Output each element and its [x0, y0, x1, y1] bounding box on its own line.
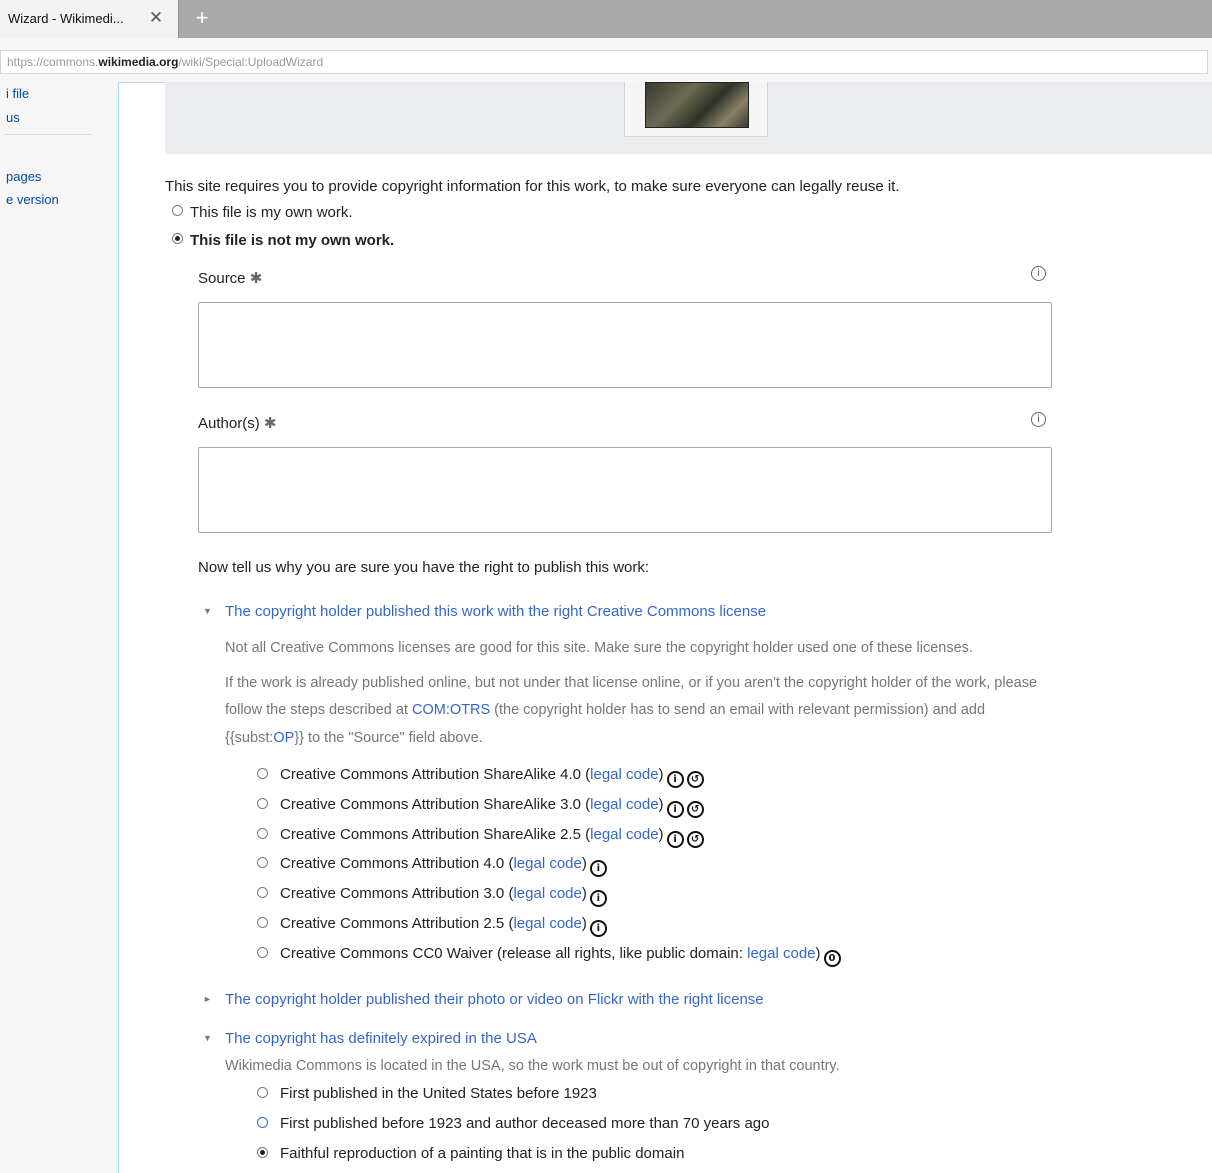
pd-label: Faithful reproduction of a painting that… — [280, 1145, 685, 1162]
license-label: Creative Commons Attribution ShareAlike … — [280, 796, 704, 818]
cc-section-toggle[interactable]: The copyright holder published this work… — [225, 603, 766, 620]
license-label: Creative Commons Attribution 3.0 (legal … — [280, 885, 607, 907]
copyright-intro: This site requires you to provide copyri… — [165, 178, 900, 195]
flickr-section-toggle[interactable]: The copyright holder published their pho… — [225, 991, 764, 1008]
otrs-note-line-1: If the work is already published online,… — [225, 675, 1038, 691]
license-radio[interactable] — [257, 828, 268, 839]
legal-code-link[interactable]: legal code — [747, 945, 815, 962]
expired-section-toggle[interactable]: The copyright has definitely expired in … — [225, 1030, 537, 1047]
sidebar: i file us pages e version — [0, 82, 119, 1173]
cc-by-icon: i — [666, 831, 684, 848]
cc-by-icon: i — [666, 801, 684, 818]
legal-code-link[interactable]: legal code — [590, 766, 658, 783]
collapse-arrow-icon[interactable]: ▼ — [203, 606, 212, 616]
source-input[interactable] — [198, 302, 1052, 388]
own-work-label[interactable]: This file is my own work. — [190, 204, 353, 221]
otrs-note-line-3: {{subst:OP}} to the "Source" field above… — [225, 730, 483, 746]
sidebar-item-status[interactable]: us — [6, 110, 20, 125]
source-label-text: Source — [198, 270, 246, 287]
license-label: Creative Commons Attribution 2.5 (legal … — [280, 915, 607, 937]
cc-zero-icon: 0 — [823, 950, 841, 967]
not-own-work-label[interactable]: This file is not my own work. — [190, 232, 394, 249]
sidebar-divider — [4, 134, 92, 135]
pd-label: First published before 1923 and author d… — [280, 1115, 770, 1132]
not-own-work-radio[interactable] — [172, 233, 183, 244]
license-radio[interactable] — [257, 768, 268, 779]
license-label: Creative Commons Attribution ShareAlike … — [280, 766, 704, 788]
cc-sa-icon: ↺ — [686, 831, 704, 848]
pd-label: First published in the United States bef… — [280, 1085, 597, 1102]
browser-tabstrip: Wizard - Wikimedi... ✕ + — [0, 0, 1212, 38]
cc-by-icon: i — [589, 920, 607, 937]
file-thumbnail[interactable] — [645, 82, 749, 128]
otrs-note-text: (the copyright holder has to send an ema… — [490, 702, 986, 718]
collapse-arrow-icon[interactable]: ▼ — [203, 1033, 212, 1043]
source-label: Source ✱ — [198, 269, 262, 287]
license-radio[interactable] — [257, 798, 268, 809]
url-field[interactable]: https://commons.wikimedia.org/wiki/Speci… — [0, 50, 1208, 74]
url-domain: wikimedia.org — [98, 55, 179, 69]
license-radio[interactable] — [257, 857, 268, 868]
otrs-note-text: follow the steps described at — [225, 702, 412, 718]
legal-code-link[interactable]: legal code — [513, 885, 581, 902]
license-label: Creative Commons Attribution 4.0 (legal … — [280, 855, 607, 877]
legal-code-link[interactable]: legal code — [513, 855, 581, 872]
required-marker: ✱ — [249, 270, 263, 287]
new-tab-icon[interactable]: + — [190, 6, 214, 30]
cc-by-icon: i — [589, 860, 607, 877]
license-name: Creative Commons Attribution ShareAlike … — [280, 826, 581, 843]
address-bar: https://commons.wikimedia.org/wiki/Speci… — [0, 38, 1212, 83]
legal-code-link[interactable]: legal code — [590, 826, 658, 843]
author-info-icon[interactable]: i — [1031, 412, 1046, 427]
license-name: Creative Commons Attribution 3.0 — [280, 885, 505, 902]
url-prefix: https://commons. — [7, 55, 99, 69]
close-tab-icon[interactable]: ✕ — [146, 8, 166, 28]
license-name: Creative Commons Attribution ShareAlike … — [280, 766, 581, 783]
cc-by-icon: i — [589, 890, 607, 907]
own-work-radio[interactable] — [172, 205, 183, 216]
op-template-link[interactable]: OP — [273, 730, 294, 746]
pd-radio[interactable] — [257, 1147, 268, 1158]
license-radio[interactable] — [257, 887, 268, 898]
license-name: Creative Commons CC0 Waiver (release all… — [280, 945, 743, 962]
author-label: Author(s) ✱ — [198, 414, 276, 432]
license-label: Creative Commons Attribution ShareAlike … — [280, 826, 704, 848]
author-input[interactable] — [198, 447, 1052, 533]
source-info-icon[interactable]: i — [1031, 266, 1046, 281]
cc-note: Not all Creative Commons licenses are go… — [225, 640, 973, 656]
expired-note: Wikimedia Commons is located in the USA,… — [225, 1058, 840, 1074]
browser-tab[interactable]: Wizard - Wikimedi... ✕ — [0, 0, 179, 38]
required-marker: ✱ — [263, 415, 277, 432]
thumbnail-frame — [624, 82, 768, 137]
otrs-note-line-2: follow the steps described at COM:OTRS (… — [225, 702, 985, 718]
sidebar-item-upload-file[interactable]: i file — [6, 86, 29, 101]
sidebar-item-pages[interactable]: pages — [6, 169, 41, 184]
legal-code-link[interactable]: legal code — [590, 796, 658, 813]
license-label: Creative Commons CC0 Waiver (release all… — [280, 945, 841, 967]
tab-title: Wizard - Wikimedi... — [8, 11, 124, 26]
otrs-note-text: {{subst: — [225, 730, 274, 746]
cc-sa-icon: ↺ — [686, 801, 704, 818]
otrs-note-text: }} to the "Source" field above. — [294, 730, 483, 746]
file-preview-area — [165, 82, 1212, 154]
license-name: Creative Commons Attribution 2.5 — [280, 915, 505, 932]
url-path: /wiki/Special:UploadWizard — [178, 55, 324, 69]
legal-code-link[interactable]: legal code — [513, 915, 581, 932]
sidebar-item-version[interactable]: e version — [6, 192, 59, 207]
com-otrs-link[interactable]: COM:OTRS — [412, 702, 490, 718]
license-name: Creative Commons Attribution 4.0 — [280, 855, 505, 872]
license-radio[interactable] — [257, 917, 268, 928]
why-prompt: Now tell us why you are sure you have th… — [198, 559, 650, 576]
cc-sa-icon: ↺ — [686, 771, 704, 788]
cc-by-icon: i — [666, 771, 684, 788]
license-name: Creative Commons Attribution ShareAlike … — [280, 796, 581, 813]
expand-arrow-icon[interactable]: ► — [203, 994, 212, 1004]
pd-radio[interactable] — [257, 1087, 268, 1098]
license-radio[interactable] — [257, 947, 268, 958]
pd-radio[interactable] — [257, 1117, 268, 1128]
author-label-text: Author(s) — [198, 415, 260, 432]
